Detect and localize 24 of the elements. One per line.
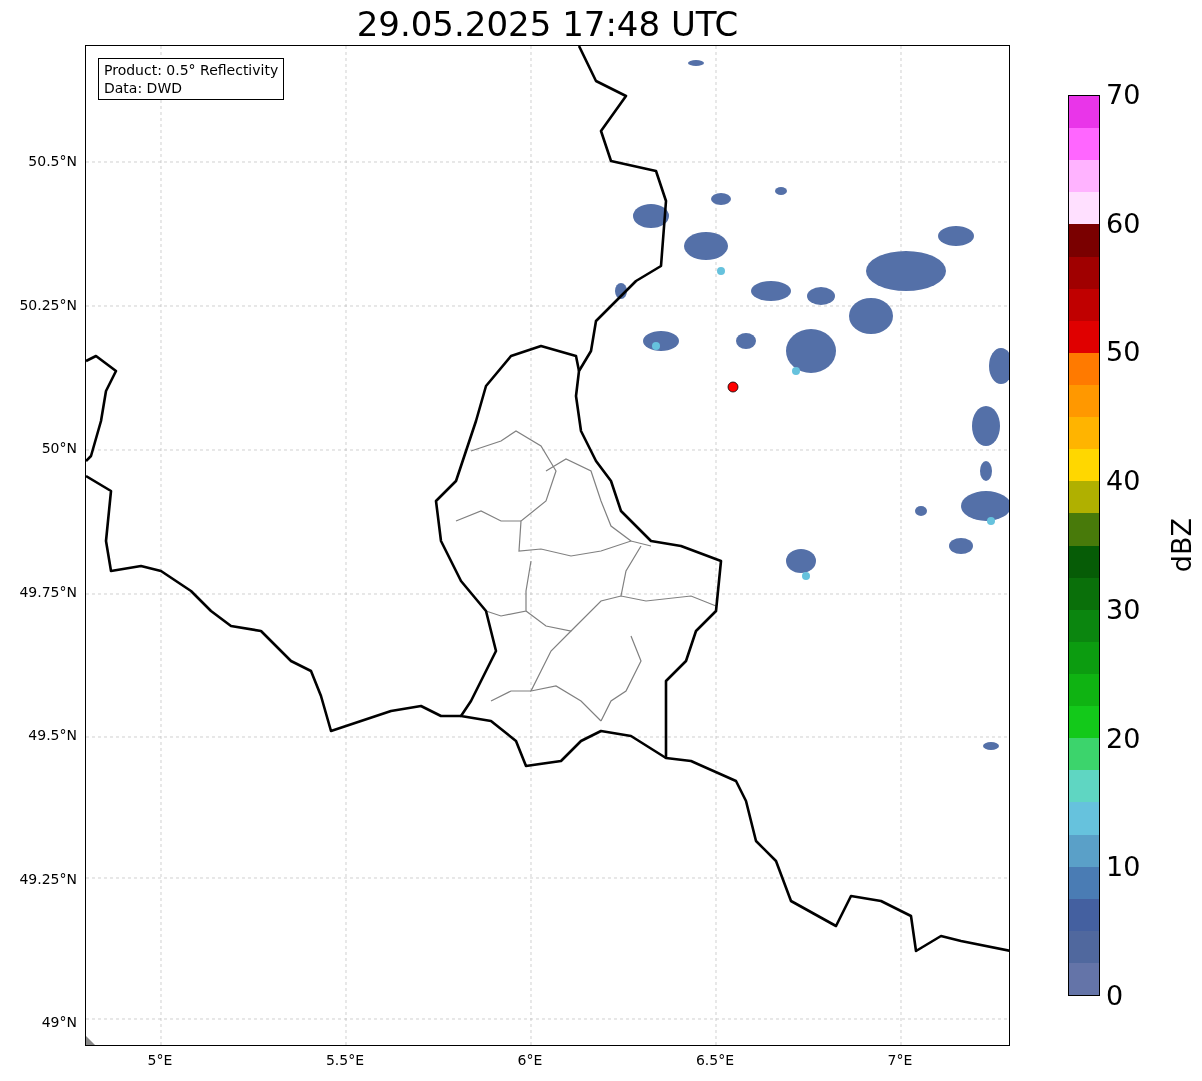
info-text: Product: 0.5° Reflectivity [104, 61, 279, 79]
longitude-label: 7°E [887, 1052, 913, 1068]
colorbar-tick-label: 40 [1106, 466, 1141, 497]
colorbar-tick-label: 10 [1106, 852, 1141, 883]
colorbar-tick-label: 20 [1106, 723, 1141, 754]
colorbar-label: dBZ [1166, 518, 1197, 573]
colorbar-tick-label: 0 [1106, 981, 1124, 1011]
latitude-label: 50.5°N [28, 153, 77, 169]
longitude-label: 6°E [517, 1052, 543, 1068]
latitude-label: 49°N [41, 1014, 77, 1030]
longitude-label: 5°E [147, 1052, 173, 1068]
latitude-label: 49.75°N [19, 583, 77, 600]
longitude-label: 6.5°E [695, 1052, 735, 1068]
colorbar-tick-label: 50 [1106, 337, 1141, 368]
info-text: Data: DWD [104, 79, 183, 97]
latitude-label: 50.25°N [19, 296, 77, 313]
colorbar-tick-label: 60 [1106, 208, 1141, 239]
colorbar-tick-label: 70 [1106, 80, 1141, 110]
colorbar-tick-label: 30 [1106, 594, 1141, 625]
latitude-label: 50°N [41, 440, 77, 456]
latitude-label: 49.25°N [19, 870, 77, 887]
longitude-label: 5.5°E [325, 1052, 365, 1068]
latitude-label: 49.5°N [28, 727, 77, 743]
map-title: 29.05.2025 17:48 UTC [355, 3, 740, 45]
